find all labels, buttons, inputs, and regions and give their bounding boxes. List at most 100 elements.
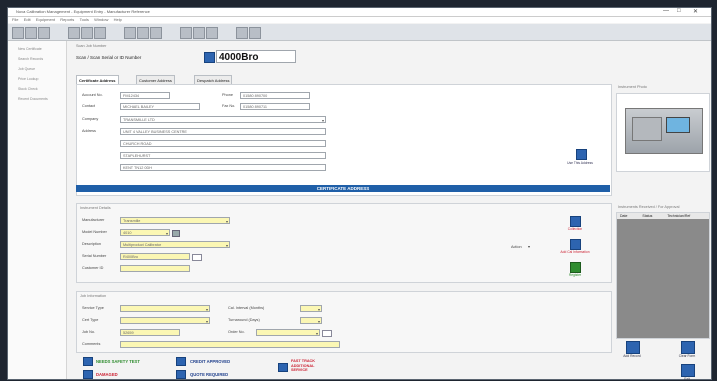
toolbar-button-icon[interactable] (137, 27, 149, 39)
menu-equipment[interactable]: Equipment (36, 17, 55, 22)
service-type-select[interactable] (120, 305, 210, 312)
cal-interval-label: Cal. Interval (Months) (228, 306, 265, 310)
toolbar-button-icon[interactable] (150, 27, 162, 39)
toolbar-button-icon[interactable] (68, 27, 80, 39)
company-select[interactable]: TRANSMILLE LTD (120, 116, 326, 123)
toolbar-button-icon[interactable] (94, 27, 106, 39)
history-col-date[interactable]: Date (620, 214, 627, 218)
use-address-label[interactable]: Use This Address (563, 161, 597, 165)
job-number-field[interactable]: 52659 (120, 329, 180, 336)
menu-edit[interactable]: Edit (24, 17, 31, 22)
calibrator-screen (666, 117, 690, 133)
comments-field[interactable] (120, 341, 340, 348)
toolbar-button-icon[interactable] (193, 27, 205, 39)
instrument-section-label: Instrument Details (80, 206, 111, 210)
menu-bar: File Edit Equipment Reports Tools Window… (8, 17, 711, 23)
comments-label: Comments (82, 342, 101, 346)
damaged-checkbox[interactable] (83, 370, 93, 379)
history-col-ref[interactable]: Technician/Ref (667, 214, 690, 218)
toolbar-button-icon[interactable] (12, 27, 24, 39)
collection-icon[interactable] (570, 216, 581, 227)
toolbar-button-icon[interactable] (38, 27, 50, 39)
cal-interval-select[interactable] (300, 305, 322, 312)
order-lookup-button[interactable] (322, 330, 332, 337)
quote-required-checkbox[interactable] (176, 370, 186, 379)
search-section-label: Scan Job Number (76, 44, 107, 48)
sidebar-item[interactable]: Search Records (18, 57, 66, 61)
toolbar-button-icon[interactable] (124, 27, 136, 39)
service-type-label: Service Type (82, 306, 104, 310)
add-record-icon[interactable] (626, 341, 640, 354)
serial-lookup-button[interactable] (192, 254, 202, 261)
menu-tools[interactable]: Tools (80, 17, 89, 22)
address-line-4[interactable]: KENT TN12 0DH (120, 164, 326, 171)
contact-field[interactable]: MICHAEL BAILEY (120, 103, 200, 110)
order-number-label: Order No. (228, 330, 245, 334)
account-label: Account No. (82, 93, 103, 97)
toolbar-button-icon[interactable] (249, 27, 261, 39)
sidebar-item[interactable]: New Certificate (18, 47, 66, 51)
menu-reports[interactable]: Reports (60, 17, 74, 22)
sidebar: New Certificate Search Records Job Queue… (8, 41, 67, 379)
description-select[interactable]: Multiproduct Calibrator (120, 241, 230, 248)
menu-file[interactable]: File (12, 17, 18, 22)
sidebar-item[interactable]: Price Lookup (18, 77, 66, 81)
calibrator-keypad (632, 117, 662, 141)
turnaround-label: Turnaround (Days) (228, 318, 260, 322)
sidebar-item[interactable]: Recent Documents (18, 97, 66, 101)
toolbar-button-icon[interactable] (180, 27, 192, 39)
clear-form-icon[interactable] (681, 341, 695, 354)
account-field[interactable]: FM12434 (120, 92, 170, 99)
instrument-photo (616, 93, 710, 172)
add-cal-label[interactable]: Add Cal Information (550, 250, 600, 254)
manufacturer-select[interactable]: Transmille (120, 217, 230, 224)
add-record-label[interactable]: Add Record (616, 354, 648, 358)
turnaround-select[interactable] (300, 317, 322, 324)
toolbar-button-icon[interactable] (236, 27, 248, 39)
toolbar (8, 24, 711, 41)
address-line-2[interactable]: CHURCH ROAD (120, 140, 326, 147)
sidebar-item[interactable]: Job Queue (18, 67, 66, 71)
maximize-button[interactable]: □ (677, 8, 681, 14)
toolbar-button-icon[interactable] (25, 27, 37, 39)
minimize-button[interactable]: — (663, 8, 669, 14)
safety-test-checkbox[interactable] (83, 357, 93, 366)
exit-icon[interactable] (681, 364, 695, 377)
serial-field[interactable]: R400Bro (120, 253, 190, 260)
register-label[interactable]: Register (558, 273, 592, 277)
scan-icon[interactable] (204, 52, 215, 63)
register-icon[interactable] (570, 262, 581, 273)
history-col-status[interactable]: Status (642, 214, 652, 218)
sidebar-item[interactable]: Stock Check (18, 87, 66, 91)
exit-label[interactable]: Exit (671, 377, 703, 381)
safety-test-label: NEEDS SAFETY TEST (96, 359, 140, 364)
customer-id-field[interactable] (120, 265, 190, 272)
address-line-1[interactable]: UNIT 4 VALLEY BUSINESS CENTRE (120, 128, 326, 135)
cert-type-select[interactable] (120, 317, 210, 324)
history-list[interactable]: Date Status Technician/Ref (616, 212, 710, 339)
phone-label: Phone (222, 93, 233, 97)
menu-window[interactable]: Window (94, 17, 108, 22)
credit-approved-checkbox[interactable] (176, 357, 186, 366)
collection-label[interactable]: Collection (558, 227, 592, 231)
serial-label: Serial Number (82, 254, 107, 258)
address-line-3[interactable]: STAPLEHURST (120, 152, 326, 159)
clear-form-label[interactable]: Clear Form (671, 354, 703, 358)
use-address-icon[interactable] (576, 149, 587, 160)
toolbar-button-icon[interactable] (81, 27, 93, 39)
history-header: Date Status Technician/Ref (617, 213, 709, 219)
fast-track-checkbox[interactable] (278, 363, 288, 372)
order-number-select[interactable] (256, 329, 320, 336)
model-select[interactable]: 4010 (120, 229, 170, 236)
phone-field[interactable]: 01580 890700 (240, 92, 310, 99)
close-button[interactable]: ✕ (693, 8, 698, 15)
add-cal-icon[interactable] (570, 239, 581, 250)
action-chevron-icon[interactable]: ▾ (528, 244, 530, 249)
address-label: Address (82, 129, 96, 133)
menu-help[interactable]: Help (114, 17, 122, 22)
search-input[interactable]: 4000Bro (216, 50, 296, 63)
job-number-label: Job No. (82, 330, 96, 334)
toolbar-button-icon[interactable] (206, 27, 218, 39)
model-lookup-icon[interactable] (172, 230, 180, 237)
fax-field[interactable]: 01580 890711 (240, 103, 310, 110)
